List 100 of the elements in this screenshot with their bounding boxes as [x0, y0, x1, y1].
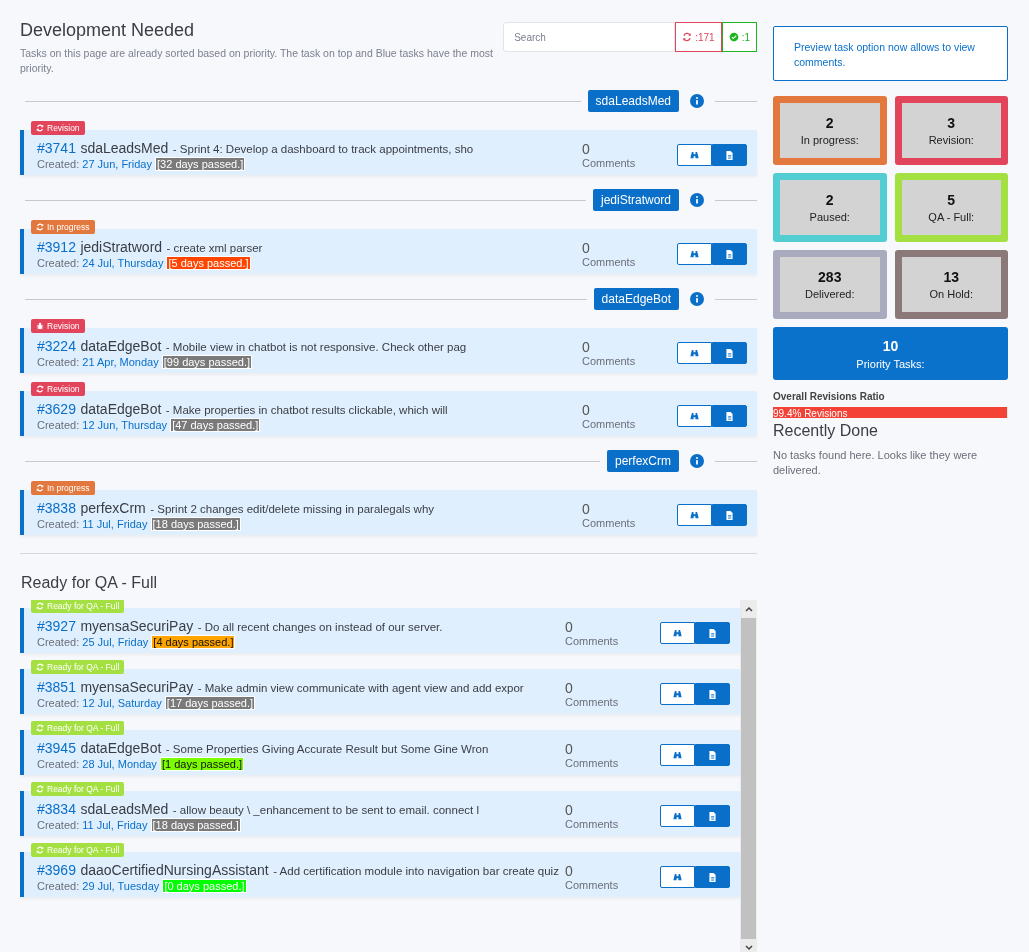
document-icon: [707, 627, 718, 639]
document-button[interactable]: [712, 504, 747, 526]
refresh-icon: [36, 724, 44, 732]
task-title: - Add certification module into navigation bar create quiz: [273, 865, 559, 877]
refresh-icon: [36, 846, 44, 854]
preview-button[interactable]: [677, 342, 712, 364]
info-icon[interactable]: [690, 292, 704, 306]
comment-count: 0: [582, 240, 591, 256]
progress-label: 99.4% Revisions: [773, 407, 849, 418]
comment-count: 0: [582, 141, 591, 157]
created-label: Created:: [37, 158, 80, 170]
comment-count: 0: [565, 619, 574, 635]
task-link[interactable]: #3224: [37, 338, 76, 354]
age-badge: [47 days passed.]: [170, 418, 261, 432]
task-title: - create xml parser: [166, 242, 263, 254]
refresh-icon: [36, 663, 44, 671]
task-link[interactable]: #3834: [37, 801, 76, 817]
preview-button[interactable]: [677, 405, 712, 427]
empty-message: No tasks found here. Looks like they were delivered.: [773, 448, 979, 478]
task-project: sdaLeadsMed: [80, 801, 169, 817]
comment-count: 0: [582, 402, 591, 418]
preview-button[interactable]: [677, 504, 712, 526]
comment-count: 0: [565, 680, 574, 696]
task-link[interactable]: #3838: [37, 500, 76, 516]
preview-button[interactable]: [660, 622, 695, 644]
document-button[interactable]: [695, 805, 730, 827]
comments-label: Comments: [582, 157, 637, 169]
stat-value: 5: [947, 192, 956, 208]
preview-button[interactable]: [660, 805, 695, 827]
document-button[interactable]: [695, 866, 730, 888]
preview-button[interactable]: [677, 144, 712, 166]
created-label: Created:: [37, 636, 80, 648]
preview-button[interactable]: [660, 683, 695, 705]
age-badge: [0 days passed.]: [162, 879, 247, 893]
document-button[interactable]: [712, 243, 747, 265]
project-button[interactable]: sdaLeadsMed: [587, 90, 679, 112]
document-button[interactable]: [695, 744, 730, 766]
stat-label: Delivered:: [805, 288, 855, 300]
created-date: 12 Jun, Thursday: [82, 419, 168, 431]
comment-count: 0: [565, 802, 574, 818]
bug-icon: [36, 322, 44, 330]
task-title: - Do all recent changes on instead of our server.: [197, 621, 443, 633]
created-date: 24 Jul, Thursday: [82, 257, 164, 269]
task-link[interactable]: #3741: [37, 140, 76, 156]
document-icon: [707, 749, 718, 761]
task-link[interactable]: #3912: [37, 239, 76, 255]
age-badge: [18 days passed.]: [150, 517, 241, 531]
document-button[interactable]: [712, 405, 747, 427]
binoculars-icon: [672, 871, 683, 883]
preview-button[interactable]: [660, 866, 695, 888]
comment-count: 0: [582, 339, 591, 355]
document-button[interactable]: [695, 683, 730, 705]
comments-label: Comments: [565, 757, 620, 769]
stat-value: 2: [825, 115, 834, 131]
comments-label: Comments: [565, 879, 620, 891]
document-icon: [724, 248, 735, 260]
task-link[interactable]: #3927: [37, 618, 76, 634]
scroll-down-icon[interactable]: [743, 943, 754, 952]
project-button[interactable]: jediStratword: [592, 189, 679, 211]
section-title: Recently Done: [773, 422, 879, 440]
created-label: Created:: [37, 419, 80, 431]
created-date: 28 Jul, Monday: [82, 758, 157, 770]
page-description: Tasks on this page are already sorted based on priority. The task on top and Blue tasks have the most priority.: [20, 46, 494, 76]
task-link[interactable]: #3969: [37, 862, 76, 878]
task-project: perfexCrm: [80, 500, 146, 516]
document-icon: [707, 688, 718, 700]
project-button[interactable]: perfexCrm: [607, 450, 679, 472]
preview-button[interactable]: [677, 243, 712, 265]
counter-badge[interactable]: :1: [721, 22, 757, 52]
task-link[interactable]: #3851: [37, 679, 76, 695]
project-button[interactable]: dataEdgeBot: [593, 288, 679, 310]
preview-button[interactable]: [660, 744, 695, 766]
scroll-thumb[interactable]: [741, 618, 756, 939]
task-project: sdaLeadsMed: [80, 140, 169, 156]
document-button[interactable]: [695, 622, 730, 644]
task-title: - Make properties in chatbot results clickable, which will: [165, 404, 448, 416]
counter-badge[interactable]: :171: [675, 22, 722, 52]
refresh-icon: [36, 223, 44, 231]
task-project: dataEdgeBot: [80, 401, 162, 417]
document-button[interactable]: [712, 342, 747, 364]
age-badge: [4 days passed.]: [151, 635, 236, 649]
document-button[interactable]: [712, 144, 747, 166]
info-icon[interactable]: [690, 454, 704, 468]
stat-value: 3: [947, 115, 956, 131]
info-icon[interactable]: [690, 193, 704, 207]
age-badge: [1 days passed.]: [159, 757, 245, 771]
comment-count: 0: [582, 501, 591, 517]
comments-label: Comments: [565, 635, 620, 647]
search-field[interactable]: Search: [503, 22, 676, 52]
document-icon: [724, 509, 735, 521]
task-link[interactable]: #3629: [37, 401, 76, 417]
status-tag: Ready for QA - Full: [31, 721, 125, 735]
task-title: - Make admin view communicate with agent view and add expor: [197, 682, 524, 694]
scroll-up-icon[interactable]: [743, 604, 754, 614]
info-icon[interactable]: [690, 94, 704, 108]
scrollbar[interactable]: [740, 600, 757, 952]
comments-label: Comments: [565, 818, 620, 830]
task-link[interactable]: #3945: [37, 740, 76, 756]
created-date: 11 Jul, Friday: [82, 518, 148, 530]
comments-label: Comments: [582, 418, 637, 430]
